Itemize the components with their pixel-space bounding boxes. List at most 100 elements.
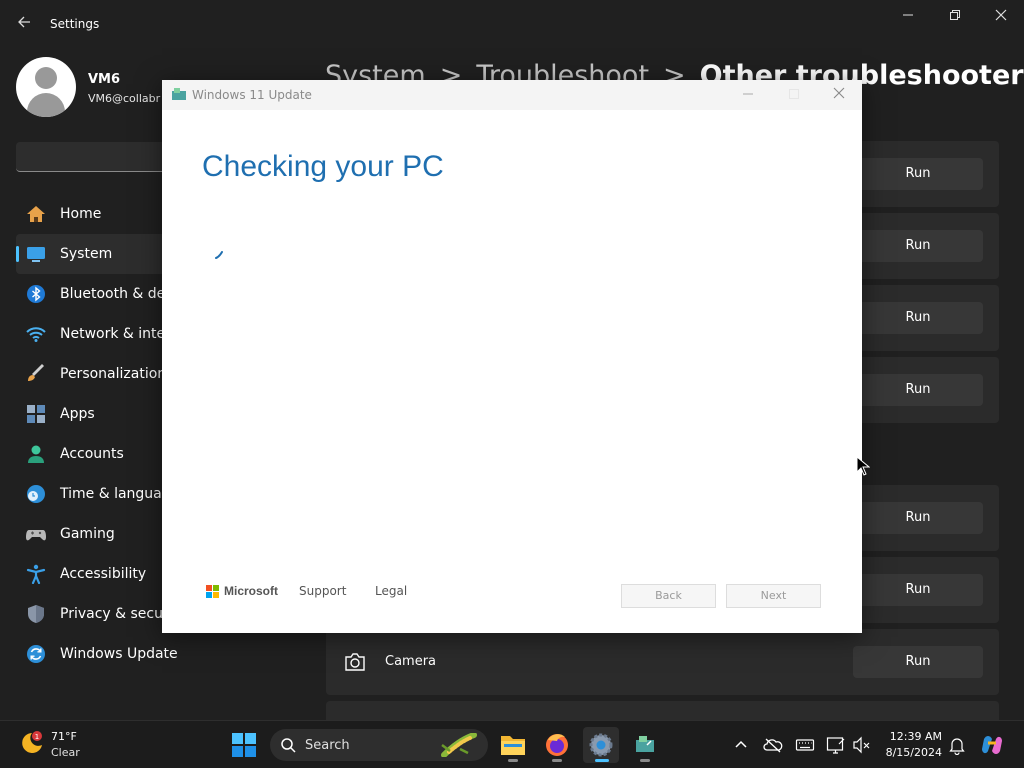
- moon-icon: 1: [22, 731, 42, 753]
- maximize-icon: [789, 89, 799, 99]
- sidebar-item-label: Accessibility: [60, 566, 147, 582]
- app-title: Settings: [50, 17, 100, 31]
- sidebar-item-label: Home: [60, 206, 102, 222]
- update-app-icon: [636, 736, 654, 752]
- home-icon: [27, 206, 45, 222]
- close-button[interactable]: [984, 6, 1018, 28]
- run-button[interactable]: Run: [853, 374, 983, 406]
- sidebar-item-label: System: [60, 246, 113, 262]
- search-icon: [281, 738, 296, 753]
- avatar[interactable]: [16, 57, 76, 117]
- bluetooth-icon: [27, 285, 45, 303]
- close-icon: [833, 87, 845, 99]
- minimize-icon: [903, 14, 913, 16]
- running-indicator: [508, 759, 518, 762]
- weather-condition: Clear: [51, 746, 80, 759]
- gamepad-icon: [26, 530, 46, 541]
- run-button[interactable]: Run: [853, 158, 983, 190]
- sidebar-item-label: Windows Update: [60, 646, 178, 662]
- mouse-cursor-icon: [856, 456, 870, 476]
- camera-icon: [345, 653, 365, 671]
- troubleshooter-row: [326, 701, 999, 720]
- taskbar-update-assistant[interactable]: [627, 727, 663, 763]
- windows-update-icon: [27, 645, 45, 663]
- notification-bell-icon[interactable]: [947, 735, 967, 755]
- run-button[interactable]: Run: [853, 230, 983, 262]
- sidebar-item-label: Network & inter: [60, 326, 171, 342]
- avatar-head: [35, 67, 57, 89]
- brush-icon: [28, 364, 44, 381]
- shield-icon: [28, 605, 44, 623]
- troubleshooter-row-camera: Camera Run: [326, 629, 999, 695]
- corn-highlight-icon: [441, 733, 477, 757]
- microsoft-brand-label: Microsoft: [224, 584, 278, 598]
- sidebar-item-label: Apps: [60, 406, 95, 422]
- next-button[interactable]: Next: [726, 584, 821, 608]
- globe-clock-icon: [27, 485, 45, 503]
- avatar-body: [27, 93, 65, 117]
- folder-icon: [501, 736, 525, 755]
- restore-button[interactable]: [938, 6, 972, 28]
- running-indicator: [640, 759, 650, 762]
- update-app-icon: [172, 88, 186, 100]
- arrow-left-icon: [18, 16, 30, 28]
- network-volume-status-icon[interactable]: [852, 735, 872, 755]
- update-dialog: Windows 11 Update Checking your PC Micro…: [162, 80, 862, 633]
- dialog-title-bar: Windows 11 Update: [162, 80, 862, 110]
- run-button[interactable]: Run: [853, 574, 983, 606]
- onedrive-offline-icon[interactable]: [763, 735, 783, 755]
- dialog-close-button[interactable]: [824, 84, 854, 106]
- support-link[interactable]: Support: [299, 584, 346, 598]
- accounts-icon: [28, 445, 44, 463]
- run-button[interactable]: Run: [853, 302, 983, 334]
- firefox-icon: [546, 734, 568, 756]
- sidebar-item-label: Accounts: [60, 446, 124, 462]
- running-indicator: [595, 759, 609, 762]
- pen-display-icon[interactable]: [826, 735, 846, 755]
- clock-date: 8/15/2024: [885, 746, 942, 759]
- close-icon: [995, 9, 1007, 21]
- dialog-minimize-button[interactable]: [733, 84, 763, 106]
- gear-icon: [589, 733, 613, 757]
- minimize-button[interactable]: [891, 6, 925, 28]
- windows-start-icon[interactable]: [232, 733, 256, 757]
- loading-spinner-icon: [215, 251, 223, 259]
- taskbar-search[interactable]: Search: [270, 729, 488, 761]
- running-indicator: [552, 759, 562, 762]
- legal-link[interactable]: Legal: [375, 584, 407, 598]
- sidebar-item-label: Bluetooth & dev: [60, 286, 174, 302]
- minimize-icon: [743, 93, 753, 95]
- keyboard-icon[interactable]: [795, 735, 815, 755]
- microsoft-logo-icon: [206, 585, 220, 599]
- taskbar-settings[interactable]: [583, 727, 619, 763]
- clock-time: 12:39 AM: [889, 730, 942, 743]
- sidebar-item-label: Privacy & securit: [60, 606, 179, 622]
- weather-temperature: 71°F: [51, 730, 77, 743]
- settings-title-bar: Settings: [0, 0, 1024, 48]
- sidebar-item-label: Gaming: [60, 526, 115, 542]
- profile-name: VM6: [88, 72, 121, 87]
- accessibility-icon: [26, 564, 46, 584]
- run-button[interactable]: Run: [853, 502, 983, 534]
- taskbar: 1 71°F Clear Search 12:39 AM 8/15/2024: [0, 720, 1024, 768]
- system-icon: [27, 247, 45, 262]
- troubleshooter-label: Camera: [385, 654, 437, 669]
- back-button[interactable]: [12, 12, 36, 36]
- sidebar-item-windows-update[interactable]: Windows Update: [16, 634, 316, 674]
- apps-icon: [27, 405, 45, 423]
- taskbar-firefox[interactable]: [539, 727, 575, 763]
- dialog-maximize-button: [779, 84, 809, 106]
- sidebar-item-label: Personalization: [60, 366, 167, 382]
- chevron-up-icon[interactable]: [731, 735, 751, 755]
- taskbar-search-label: Search: [305, 738, 350, 753]
- profile-email: VM6@collabr: [88, 92, 161, 105]
- wifi-icon: [26, 327, 46, 342]
- taskbar-file-explorer[interactable]: [495, 727, 531, 763]
- run-button[interactable]: Run: [853, 646, 983, 678]
- dialog-title: Windows 11 Update: [192, 88, 312, 102]
- weather-badge-count: 1: [35, 733, 39, 741]
- restore-icon: [950, 10, 960, 20]
- dialog-heading: Checking your PC: [202, 150, 444, 183]
- copilot-icon[interactable]: [980, 733, 1004, 757]
- back-button[interactable]: Back: [621, 584, 716, 608]
